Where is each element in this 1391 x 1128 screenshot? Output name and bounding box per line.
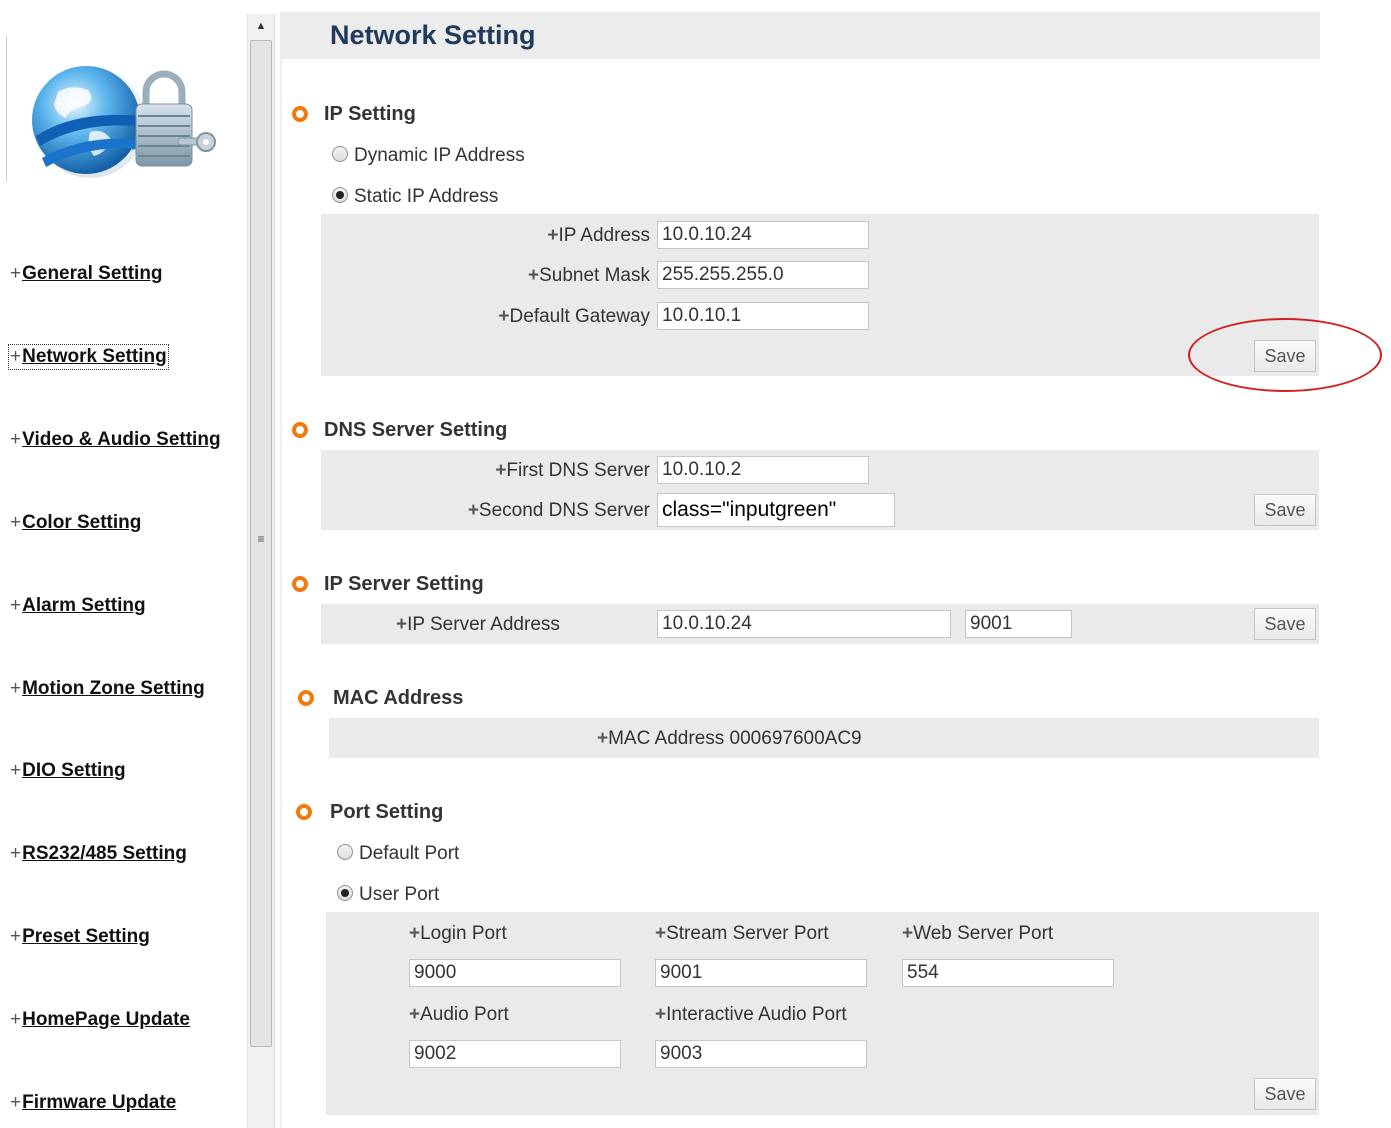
login-port-label: +Login Port [409,923,507,944]
audio-port-label: +Audio Port [409,1004,509,1025]
mac-address-title: MAC Address [333,687,464,709]
ip-address-label: +IP Address [547,225,650,246]
ip-setting-title: IP Setting [324,103,416,125]
sidebar-item-general-setting[interactable]: +General Setting [10,263,163,285]
second-dns-label: +Second DNS Server [467,500,650,521]
user-port-radio-row[interactable]: User Port [337,884,439,906]
network-security-logo-icon [32,66,216,178]
sidebar-item-homepage-update[interactable]: +HomePage Update [10,1009,190,1031]
sidebar-edge [6,36,7,182]
section-bullet-icon [296,804,312,820]
sidebar-item-network-setting[interactable]: +Network Setting [8,344,169,370]
login-port-input[interactable] [409,959,621,987]
first-dns-input[interactable] [657,456,869,484]
ip-server-setting-title: IP Server Setting [324,573,484,595]
user-port-radio[interactable] [337,885,353,901]
main-left-border [280,58,282,1128]
sidebar-item-preset-setting[interactable]: +Preset Setting [10,926,150,948]
dynamic-ip-radio[interactable] [332,146,348,162]
sidebar-item-rs232-485-setting[interactable]: +RS232/485 Setting [10,843,187,865]
audio-port-input[interactable] [409,1040,621,1068]
user-port-label: User Port [359,884,440,905]
ip-server-address-label: +IP Server Address [396,614,560,635]
web-server-port-input[interactable] [902,959,1114,987]
sidebar-item-motion-zone-setting[interactable]: +Motion Zone Setting [10,678,205,700]
dns-server-setting-title: DNS Server Setting [324,419,508,441]
sidebar-item-firmware-update[interactable]: +Firmware Update [10,1092,176,1114]
sidebar-scrollbar[interactable]: ▲ ≡ [247,14,275,1128]
interactive-audio-port-input[interactable] [655,1040,867,1068]
ip-server-port-input[interactable] [965,610,1072,638]
sidebar-item-alarm-setting[interactable]: +Alarm Setting [10,595,146,617]
default-gateway-label: +Default Gateway [498,306,650,327]
static-ip-label: Static IP Address [354,186,499,207]
static-ip-radio[interactable] [332,187,348,203]
grip-icon: ≡ [257,532,265,546]
ip-server-address-input[interactable] [657,610,951,638]
page-title: Network Setting [330,20,536,50]
section-bullet-icon [292,106,308,122]
default-port-radio[interactable] [337,844,353,860]
mac-address-readout: +MAC Address 000697600AC9 [597,728,862,749]
dynamic-ip-label: Dynamic IP Address [354,145,525,166]
default-port-radio-row[interactable]: Default Port [337,843,459,865]
section-bullet-icon [292,576,308,592]
second-dns-input[interactable] [657,493,895,527]
dns-setting-save-button[interactable]: Save [1254,494,1316,526]
ip-server-save-button[interactable]: Save [1254,608,1316,640]
mac-address-value: 000697600AC9 [729,728,862,749]
default-port-label: Default Port [359,843,460,864]
port-setting-save-button[interactable]: Save [1254,1078,1316,1110]
sidebar-item-color-setting[interactable]: +Color Setting [10,512,141,534]
interactive-audio-port-label: +Interactive Audio Port [655,1004,847,1025]
section-bullet-icon [298,690,314,706]
stream-server-port-label: +Stream Server Port [655,923,829,944]
subnet-mask-input[interactable] [657,261,869,289]
first-dns-label: +First DNS Server [495,460,650,481]
port-setting-title: Port Setting [330,801,444,823]
highlight-ring-annotation [1188,318,1382,392]
static-ip-radio-row[interactable]: Static IP Address [332,186,498,208]
stream-server-port-input[interactable] [655,959,867,987]
page-header: Network Setting [280,12,1320,59]
scroll-up-arrow-icon[interactable]: ▲ [248,14,274,38]
sidebar-item-dio-setting[interactable]: +DIO Setting [10,760,126,782]
scrollbar-thumb[interactable]: ≡ [250,40,272,1047]
section-bullet-icon [292,422,308,438]
sidebar-item-video-audio-setting[interactable]: +Video & Audio Setting [10,429,221,451]
default-gateway-input[interactable] [657,302,869,330]
dynamic-ip-radio-row[interactable]: Dynamic IP Address [332,145,525,167]
ip-address-input[interactable] [657,221,869,249]
web-server-port-label: +Web Server Port [902,923,1054,944]
subnet-mask-label: +Subnet Mask [527,265,650,286]
